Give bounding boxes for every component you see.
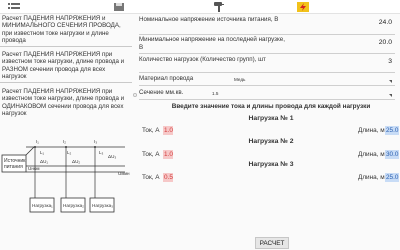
material-dropdown-icon[interactable] (389, 80, 392, 83)
divider (139, 34, 395, 35)
nominal-voltage-label: Номинальное напряжение источника питания… (139, 16, 279, 23)
section-dropdown-icon[interactable] (389, 94, 392, 97)
min-voltage-input[interactable]: 20.0 (379, 39, 392, 46)
electric-warning-icon[interactable] (297, 2, 309, 12)
calc-type-voltage-drop-min-section[interactable]: Расчет ПАДЕНИЯ НАПРЯЖЕНИЯ и МИНИМАЛЬНОГО… (0, 14, 132, 47)
option-radio[interactable] (133, 93, 137, 97)
length-label-3: L₃ (99, 150, 104, 155)
umin-label: Uмин (118, 171, 130, 176)
calc-type-same-section[interactable]: Расчет ПАДЕНИЯ НАПРЯЖЕНИЯ при известном … (0, 87, 132, 119)
current-input-2[interactable]: 1.0 (163, 150, 173, 159)
material-select[interactable]: Медь (234, 77, 245, 82)
length-input-3[interactable]: 25.0 (385, 173, 399, 182)
divider (139, 72, 395, 73)
length-label: Длина, м (358, 151, 385, 158)
load-count-label: Количество нагрузок (Количество групп), … (139, 56, 266, 63)
load-box-label-2: Нагрузка₂ (63, 203, 84, 208)
current-label: Ток, А (142, 127, 160, 134)
divider (139, 85, 395, 86)
length-input-1[interactable]: 25.0 (385, 126, 399, 135)
top-toolbar (0, 0, 400, 14)
divider (139, 53, 395, 54)
load-title-3: Нагрузка № 3 (248, 161, 294, 168)
min-voltage-label: Минимальное напряжение на последней нагр… (139, 36, 285, 51)
load-title-2: Нагрузка № 2 (248, 138, 294, 145)
delta-u-label-2: ΔU₂ (72, 159, 80, 164)
section-select[interactable]: 1.5 (212, 91, 218, 96)
material-label: Материал провода (139, 75, 194, 82)
calc-type-different-section[interactable]: Расчет ПАДЕНИЯ НАПРЯЖЕНИЯ при известном … (0, 50, 132, 83)
section-label: Сечение мм.кв. (139, 89, 184, 96)
load-count-input[interactable]: 3 (388, 58, 392, 65)
current-label: Ток, А (142, 151, 160, 158)
save-icon[interactable] (113, 2, 125, 12)
current-label-1: I₁ (36, 139, 39, 144)
source-label-2: питания (4, 164, 23, 170)
length-label: Длина, м (358, 174, 385, 181)
delta-u-label-3: ΔU₃ (108, 154, 116, 159)
current-input-3[interactable]: 0.5 (163, 173, 173, 182)
length-input-2[interactable]: 30.0 (385, 150, 399, 159)
paint-icon[interactable] (213, 2, 225, 12)
load-box-label-1: Нагрузка₁ (32, 203, 53, 208)
loads-hint: Введите значение тока и длины провода дл… (171, 103, 371, 110)
divider (139, 99, 395, 100)
current-label-2: I₂ (63, 139, 66, 144)
length-label: Длина, м (358, 127, 385, 134)
length-label-2: L₂ (67, 150, 72, 155)
list-icon[interactable] (8, 2, 20, 12)
unom-label: Uном (28, 166, 40, 171)
current-label: Ток, А (142, 174, 160, 181)
calc-type-list: Расчет ПАДЕНИЯ НАПРЯЖЕНИЯ и МИНИМАЛЬНОГО… (0, 14, 132, 250)
load-box-label-3: Нагрузка₃ (92, 203, 113, 208)
nominal-voltage-input[interactable]: 24.0 (379, 19, 392, 26)
length-label-1: L₁ (40, 150, 45, 155)
circuit-diagram: Источник питания I₁ I₂ I₃ L₁ L₂ L₃ ΔU₁ Δ… (1, 139, 130, 213)
load-title-1: Нагрузка № 1 (248, 115, 294, 122)
current-label-3: I₃ (94, 139, 97, 144)
calculate-button[interactable]: РАСЧЕТ (255, 237, 289, 249)
delta-u-label-1: ΔU₁ (40, 159, 48, 164)
current-input-1[interactable]: 1.0 (163, 126, 173, 135)
